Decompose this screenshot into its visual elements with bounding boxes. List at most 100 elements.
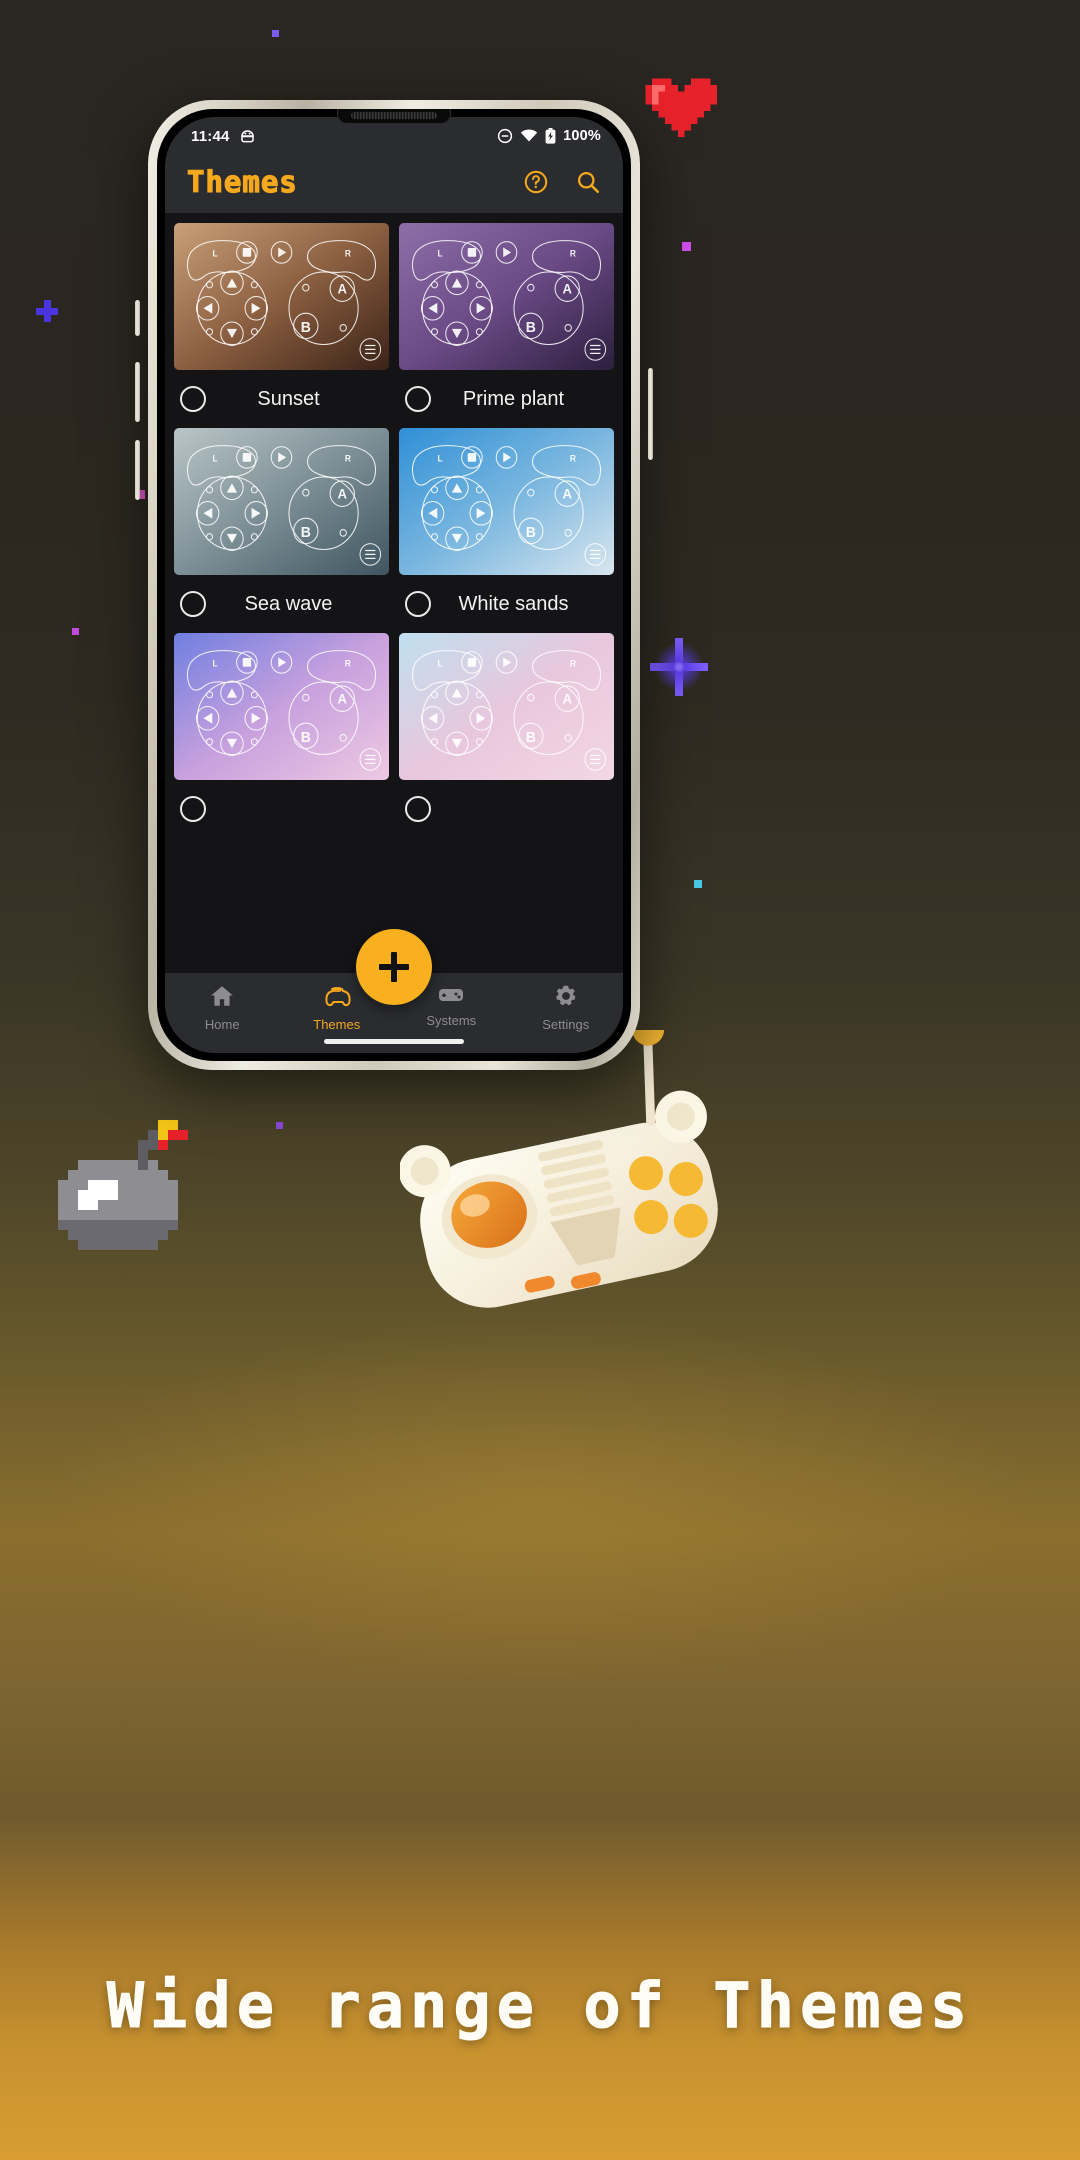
svg-text:A: A (338, 691, 348, 706)
svg-text:L: L (213, 453, 218, 463)
svg-text:B: B (301, 525, 311, 541)
theme-label-row[interactable] (399, 780, 614, 838)
home-indicator (324, 1039, 464, 1044)
theme-label-row[interactable]: Sea wave (174, 575, 389, 633)
theme-radio-button[interactable] (180, 386, 206, 412)
svg-text:R: R (345, 453, 352, 463)
theme-radio-button[interactable] (180, 591, 206, 617)
phone-volume-up-button (135, 362, 140, 422)
add-theme-fab[interactable] (356, 929, 432, 1005)
nav-item-label: Systems (426, 1013, 477, 1028)
theme-card[interactable]: L R A B (174, 633, 389, 838)
handheld-console-illustration (400, 1030, 718, 1308)
android-icon (240, 129, 254, 142)
svg-text:R: R (570, 453, 577, 463)
console-icon (437, 983, 465, 1008)
svg-text:B: B (526, 320, 536, 336)
sparkle-dot (682, 242, 691, 251)
phone-mockup: 11:44 100% Themes L R A B Sunset L R A B… (135, 100, 653, 1070)
controller-overlay: L R A B (399, 223, 614, 370)
theme-name: Sunset (257, 387, 320, 410)
nav-item-settings[interactable]: Settings (509, 983, 624, 1032)
theme-card[interactable]: L R A B (399, 633, 614, 838)
theme-radio-button[interactable] (405, 386, 431, 412)
phone-volume-down-button (135, 440, 140, 500)
theme-radio-button[interactable] (405, 796, 431, 822)
controller-overlay: L R A B (174, 223, 389, 370)
battery-percent: 100% (563, 128, 601, 144)
svg-text:R: R (570, 658, 577, 668)
nav-item-label: Home (204, 1017, 240, 1032)
svg-text:B: B (526, 525, 536, 541)
battery-charging-icon (545, 128, 556, 144)
controller-overlay: L R A B (174, 428, 389, 575)
svg-text:L: L (438, 453, 443, 463)
theme-label-row[interactable]: Sunset (174, 370, 389, 428)
theme-preview[interactable]: L R A B (399, 633, 614, 780)
app-bar: Themes (165, 151, 623, 213)
svg-text:R: R (345, 658, 352, 668)
svg-text:R: R (570, 248, 577, 258)
home-icon (209, 983, 235, 1012)
gamepad-icon (323, 983, 351, 1012)
page-title: Themes (186, 164, 298, 199)
theme-preview[interactable]: L R A B (399, 223, 614, 370)
help-circle-icon[interactable] (523, 169, 549, 195)
phone-side-button (135, 300, 140, 336)
svg-text:L: L (213, 658, 218, 668)
svg-text:B: B (526, 730, 536, 746)
nav-item-label: Themes (313, 1017, 361, 1032)
svg-text:A: A (338, 486, 348, 501)
theme-preview[interactable]: L R A B (399, 428, 614, 575)
search-icon[interactable] (575, 169, 601, 195)
theme-radio-button[interactable] (180, 796, 206, 822)
sparkle-cross (36, 300, 58, 322)
controller-overlay: L R A B (399, 633, 614, 780)
theme-name: White sands (458, 592, 569, 615)
poster-caption: Wide range of Themes (106, 1969, 974, 2043)
svg-text:L: L (213, 248, 218, 258)
phone-power-button (648, 368, 653, 460)
theme-label-row[interactable]: White sands (399, 575, 614, 633)
sparkle-dot (72, 628, 79, 635)
theme-preview[interactable]: L R A B (174, 633, 389, 780)
theme-card[interactable]: L R A B Sunset (174, 223, 389, 428)
svg-text:B: B (301, 320, 311, 336)
theme-card[interactable]: L R A B White sands (399, 428, 614, 633)
svg-text:L: L (438, 248, 443, 258)
nav-item-home[interactable]: Home (165, 983, 280, 1032)
sparkle-dot (694, 880, 702, 888)
svg-text:A: A (338, 281, 348, 296)
theme-card[interactable]: L R A B Sea wave (174, 428, 389, 633)
status-time: 11:44 (191, 127, 230, 145)
pixel-bomb-icon (58, 1120, 188, 1250)
svg-text:R: R (345, 248, 352, 258)
theme-preview[interactable]: L R A B (174, 428, 389, 575)
controller-overlay: L R A B (174, 633, 389, 780)
do-not-disturb-icon (497, 128, 513, 144)
plus-icon (379, 952, 409, 982)
nav-item-label: Settings (542, 1017, 590, 1032)
sparkle-dot (276, 1122, 283, 1129)
theme-preview[interactable]: L R A B (174, 223, 389, 370)
theme-label-row[interactable] (174, 780, 389, 838)
pixel-heart-icon (645, 78, 717, 137)
themes-grid: L R A B Sunset L R A B Prime plant L R A… (165, 213, 623, 838)
theme-name: Sea wave (244, 592, 333, 615)
theme-name: Prime plant (462, 387, 565, 410)
svg-text:A: A (563, 486, 573, 501)
sparkle-dot (272, 30, 279, 37)
wifi-icon (520, 129, 538, 142)
svg-text:A: A (563, 691, 573, 706)
gear-icon (553, 983, 579, 1012)
svg-text:L: L (438, 658, 443, 668)
svg-text:B: B (301, 730, 311, 746)
theme-label-row[interactable]: Prime plant (399, 370, 614, 428)
phone-screen: 11:44 100% Themes L R A B Sunset L R A B… (165, 117, 623, 1053)
themes-scroll-area[interactable]: L R A B Sunset L R A B Prime plant L R A… (165, 213, 623, 1053)
theme-card[interactable]: L R A B Prime plant (399, 223, 614, 428)
phone-earpiece-speaker (351, 112, 437, 119)
svg-text:A: A (563, 281, 573, 296)
sparkle-star (650, 638, 708, 696)
theme-radio-button[interactable] (405, 591, 431, 617)
